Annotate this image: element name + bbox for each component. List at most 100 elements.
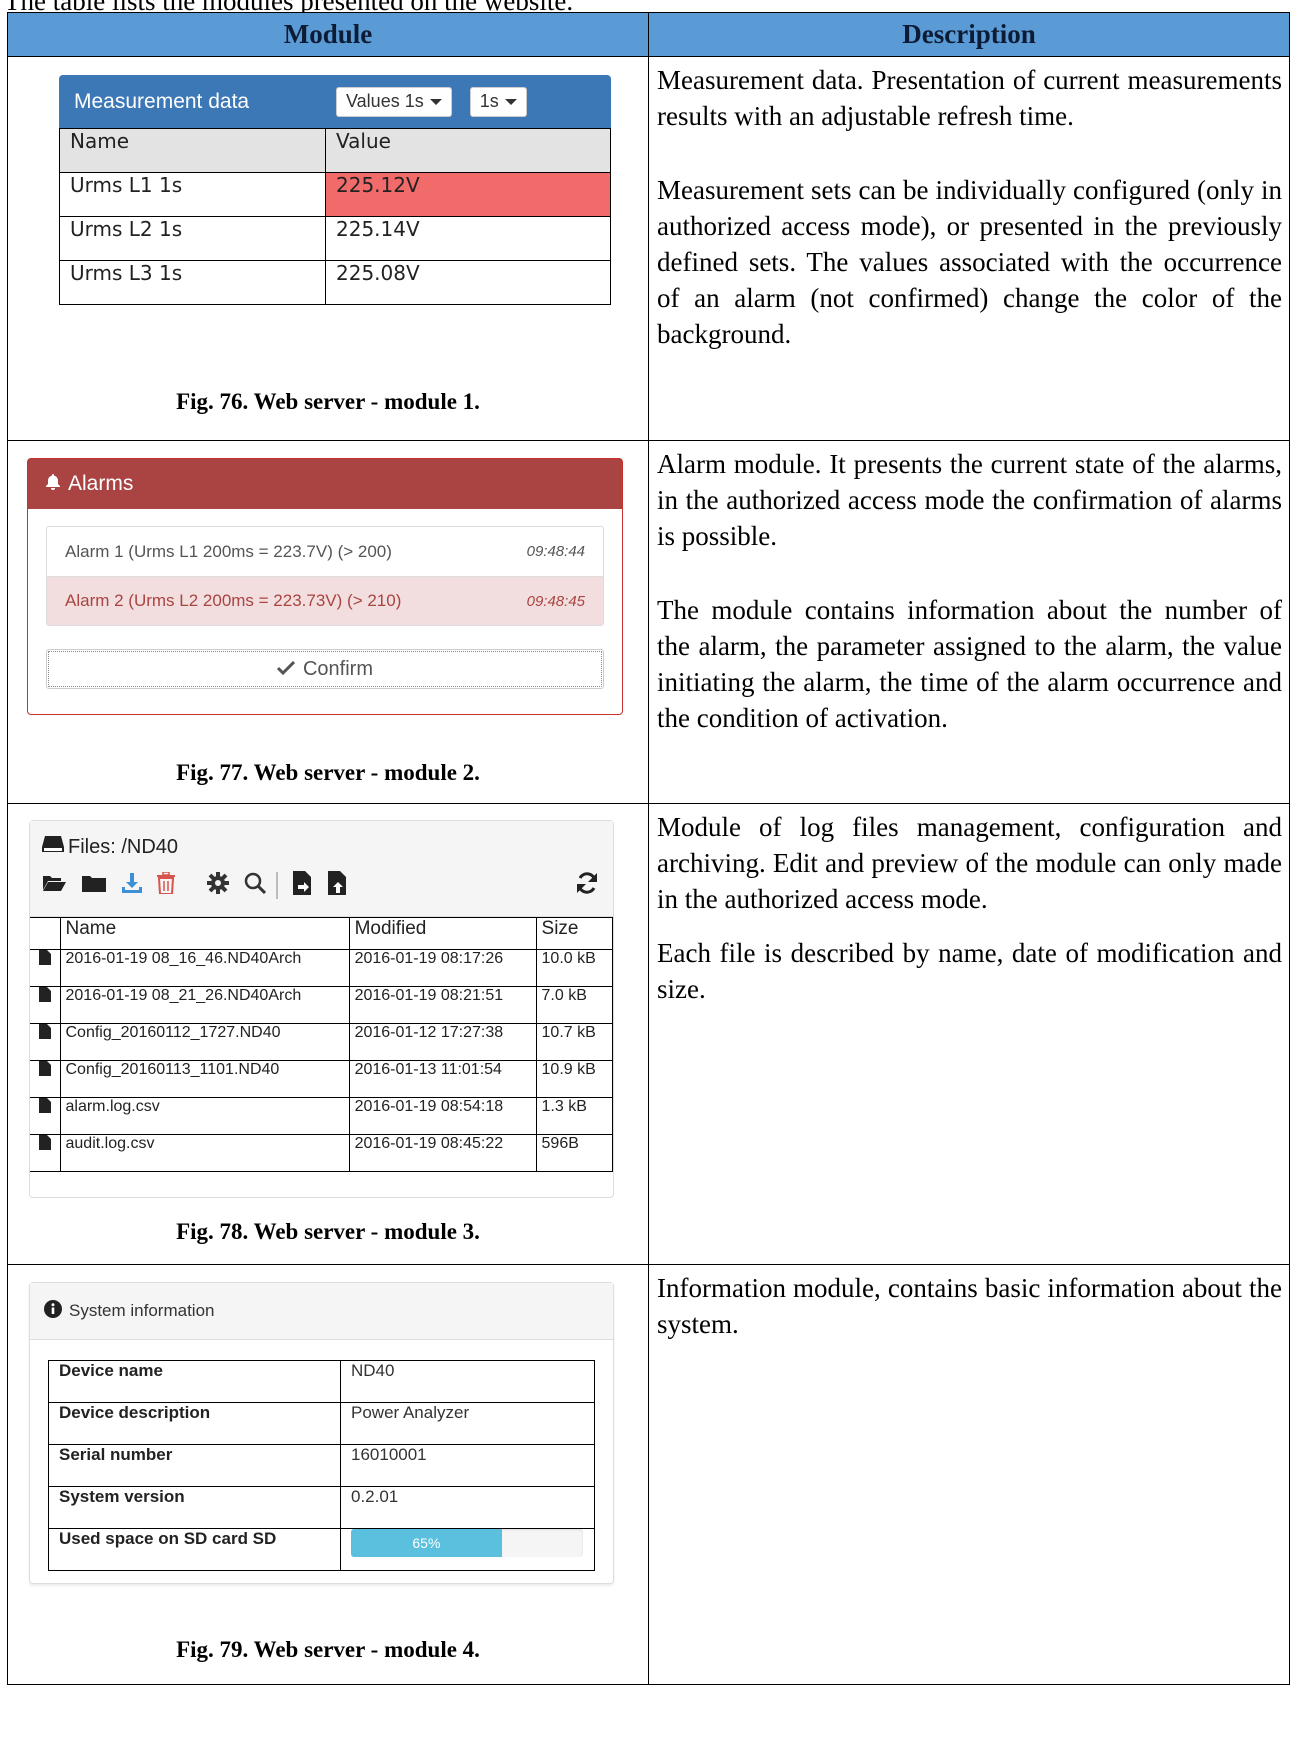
table-row: Device name ND40	[48, 1360, 595, 1403]
figure-caption: Fig. 77. Web server - module 2.	[176, 760, 480, 785]
module-cell-1: Measurement data Values 1s 1s Name Value…	[7, 56, 649, 441]
alarm-time: 09:48:45	[526, 592, 585, 610]
description-cell-1: Measurement data. Presentation of curren…	[648, 56, 1290, 441]
alarm-text: Alarm 2 (Urms L2 200ms = 223.73V) (> 210…	[65, 591, 402, 610]
description-cell-4: Information module, contains basic infor…	[648, 1264, 1290, 1685]
description-paragraph: Information module, contains basic infor…	[657, 1273, 1282, 1339]
refresh-icon[interactable]	[575, 871, 599, 900]
bell-icon	[46, 472, 60, 496]
col-value: Value	[325, 128, 611, 173]
table-row[interactable]: alarm.log.csv 2016-01-19 08:54:18 1.3 kB	[30, 1097, 614, 1135]
file-size: 10.9 kB	[535, 1060, 614, 1098]
files-table: Name Modified Size 2016-01-19 08_16_46.N…	[30, 917, 614, 1172]
measurement-value: 225.14V	[325, 216, 611, 261]
gear-icon[interactable]	[207, 871, 229, 899]
system-info-panel: System information Device name ND40 Devi…	[29, 1282, 614, 1584]
measurement-value: 225.08V	[325, 260, 611, 305]
sd-usage-bar: 65%	[351, 1529, 583, 1557]
info-value: 16010001	[340, 1444, 595, 1487]
alarm-text: Alarm 1 (Urms L1 200ms = 223.7V) (> 200)	[65, 541, 392, 561]
download-icon[interactable]	[122, 872, 142, 898]
file-modified: 2016-01-13 11:01:54	[348, 1060, 537, 1098]
measurement-name: Urms L3 1s	[59, 260, 326, 305]
table-row: Device description Power Analyzer	[48, 1402, 595, 1445]
alarm-item-active[interactable]: Alarm 2 (Urms L2 200ms = 223.73V) (> 210…	[47, 576, 603, 625]
file-export-icon[interactable]	[328, 870, 560, 900]
col-name: Name	[59, 917, 350, 950]
info-key: System version	[48, 1486, 341, 1529]
header-module: Module	[7, 12, 649, 57]
alarms-title: Alarms	[68, 472, 134, 495]
file-modified: 2016-01-19 08:45:22	[348, 1134, 537, 1172]
folder-open-icon[interactable]	[42, 873, 66, 898]
alarms-panel: Alarms Alarm 1 (Urms L1 200ms = 223.7V) …	[27, 458, 623, 715]
info-key: Device name	[48, 1360, 341, 1403]
file-icon	[30, 1134, 61, 1172]
file-icon	[30, 1097, 61, 1135]
measurement-data-panel: Measurement data Values 1s 1s Name Value…	[59, 75, 611, 305]
system-info-header: System information	[30, 1283, 613, 1340]
table-row[interactable]: 2016-01-19 08_16_46.ND40Arch 2016-01-19 …	[30, 949, 614, 987]
caret-down-icon	[429, 98, 442, 105]
sd-usage-fill: 65%	[351, 1529, 502, 1557]
trash-icon[interactable]	[157, 870, 175, 899]
refresh-time-dropdown[interactable]: 1s	[469, 86, 527, 117]
file-name: 2016-01-19 08_21_26.ND40Arch	[59, 986, 350, 1024]
file-modified: 2016-01-19 08:54:18	[348, 1097, 537, 1135]
file-size: 10.0 kB	[535, 949, 614, 987]
measurement-set-label: Values 1s	[346, 91, 424, 111]
file-icon	[30, 1023, 61, 1061]
measurement-name: Urms L1 1s	[59, 172, 326, 217]
table-row[interactable]: Config_20160113_1101.ND40 2016-01-13 11:…	[30, 1060, 614, 1098]
table-row: Urms L3 1s 225.08V	[59, 260, 611, 305]
confirm-button[interactable]: Confirm	[46, 649, 604, 689]
search-icon[interactable]	[244, 871, 278, 899]
system-info-table: Device name ND40 Device description Powe…	[48, 1360, 595, 1571]
description-paragraph: Module of log files management, configur…	[657, 812, 1282, 914]
measurement-table: Name Value Urms L1 1s 225.12V Urms L2 1s…	[59, 128, 611, 305]
info-value: 0.2.01	[340, 1486, 595, 1529]
measurement-set-dropdown[interactable]: Values 1s	[336, 86, 452, 117]
file-icon	[30, 986, 61, 1024]
file-size: 596B	[535, 1134, 614, 1172]
table-row: Used space on SD card SD 65%	[48, 1528, 595, 1571]
col-name: Name	[59, 128, 326, 173]
table-row: Urms L1 1s 225.12V	[59, 172, 611, 217]
module-cell-3: Files: /ND40 Name Modified Size 2016-01-…	[7, 803, 649, 1265]
description-paragraph: Measurement sets can be individually con…	[657, 175, 1282, 349]
modules-table: Module Description Measurement data Valu…	[7, 12, 1290, 1685]
file-icon	[30, 1060, 61, 1098]
table-row[interactable]: Config_20160112_1727.ND40 2016-01-12 17:…	[30, 1023, 614, 1061]
table-row[interactable]: audit.log.csv 2016-01-19 08:45:22 596B	[30, 1134, 614, 1172]
file-name: Config_20160113_1101.ND40	[59, 1060, 350, 1098]
measurement-data-title: Measurement data	[74, 89, 250, 113]
module-cell-2: Alarms Alarm 1 (Urms L1 200ms = 223.7V) …	[7, 440, 649, 804]
refresh-time-label: 1s	[479, 91, 499, 111]
check-icon	[276, 658, 296, 681]
measurement-value: 225.12V	[325, 172, 611, 217]
info-key: Serial number	[48, 1444, 341, 1487]
files-toolbar	[42, 865, 603, 905]
alarm-item[interactable]: Alarm 1 (Urms L1 200ms = 223.7V) (> 200)…	[47, 527, 603, 576]
file-icon	[30, 949, 61, 987]
file-size: 1.3 kB	[535, 1097, 614, 1135]
figure-caption: Fig. 79. Web server - module 4.	[176, 1637, 480, 1662]
files-panel: Files: /ND40 Name Modified Size 2016-01-…	[29, 820, 614, 1198]
figure-caption: Fig. 76. Web server - module 1.	[176, 389, 480, 414]
folder-icon[interactable]	[81, 873, 107, 898]
table-row[interactable]: 2016-01-19 08_21_26.ND40Arch 2016-01-19 …	[30, 986, 614, 1024]
file-size: 7.0 kB	[535, 986, 614, 1024]
measurement-name: Urms L2 1s	[59, 216, 326, 261]
file-modified: 2016-01-12 17:27:38	[348, 1023, 537, 1061]
file-name: audit.log.csv	[59, 1134, 350, 1172]
info-value: ND40	[340, 1360, 595, 1403]
description-cell-2: Alarm module. It presents the current st…	[648, 440, 1290, 804]
table-row: Serial number 16010001	[48, 1444, 595, 1487]
alarm-list: Alarm 1 (Urms L1 200ms = 223.7V) (> 200)…	[46, 526, 604, 626]
header-description: Description	[648, 12, 1290, 57]
description-cell-3: Module of log files management, configur…	[648, 803, 1290, 1265]
file-modified: 2016-01-19 08:17:26	[348, 949, 537, 987]
file-import-icon[interactable]	[293, 870, 313, 900]
description-paragraph: Measurement data. Presentation of curren…	[657, 65, 1282, 131]
alarms-header: Alarms	[28, 459, 622, 509]
